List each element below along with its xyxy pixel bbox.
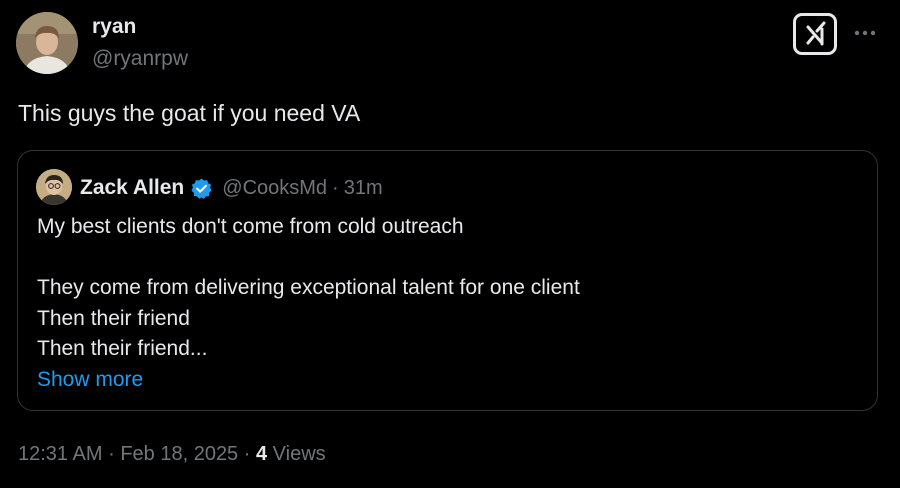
separator-dot: · <box>332 176 339 199</box>
more-options-icon[interactable] <box>851 19 879 47</box>
quoted-text-line: Then their friend... <box>37 337 208 361</box>
quoted-author-avatar[interactable] <box>36 169 72 205</box>
tweet-text: This guys the goat if you need VA <box>18 100 361 126</box>
separator-dot: · <box>243 443 251 465</box>
quoted-tweet-card[interactable]: Zack Allen @CooksMd · 31m My best client… <box>17 150 878 411</box>
quoted-text-line: My best clients don't come from cold out… <box>37 215 464 238</box>
quoted-timestamp[interactable]: 31m <box>344 177 383 200</box>
views-count: 4 <box>255 443 268 465</box>
show-more-link[interactable]: Show more <box>37 365 143 395</box>
separator-dot: · <box>108 443 115 465</box>
quoted-author-name[interactable]: Zack Allen <box>80 176 184 200</box>
quoted-text-line: They come from delivering exceptional ta… <box>37 276 580 300</box>
tweet-date[interactable]: Feb 18, 2025 <box>120 443 238 465</box>
author-name[interactable]: ryan <box>92 14 136 40</box>
verified-badge-icon <box>190 177 213 200</box>
tweet-time[interactable]: 12:31 AM <box>18 443 103 465</box>
tweet-meta: 12:31 AM · Feb 18, 2025 · 4 Views <box>18 440 326 468</box>
grok-icon[interactable] <box>793 13 837 55</box>
views-label: Views <box>272 443 326 465</box>
quoted-text-line <box>37 243 580 274</box>
quoted-text-line: Then their friend <box>37 306 190 330</box>
author-handle[interactable]: @ryanrpw <box>92 46 188 72</box>
quoted-tweet-text: My best clients don't come from cold out… <box>37 212 580 365</box>
quoted-header: Zack Allen @CooksMd · 31m <box>80 174 383 202</box>
author-avatar[interactable] <box>16 12 78 74</box>
quoted-author-handle[interactable]: @CooksMd <box>222 177 327 200</box>
